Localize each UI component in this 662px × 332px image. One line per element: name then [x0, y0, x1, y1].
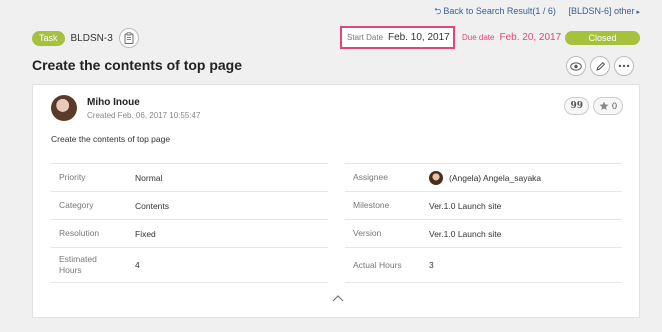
quote-button[interactable]: 99 — [564, 97, 589, 115]
property-row-assignee: Assignee (Angela) Angela_sayaka — [345, 163, 622, 191]
due-date: Due date Feb. 20, 2017 — [462, 32, 561, 43]
quote-icon: 99 — [570, 101, 583, 111]
property-key: Actual Hours — [353, 259, 402, 270]
author-name: Miho Inoue — [87, 97, 140, 108]
due-date-value: Feb. 20, 2017 — [499, 32, 562, 43]
copy-key-button[interactable] — [118, 28, 139, 48]
issue-type-badge: Task — [32, 30, 65, 46]
page-title: Create the contents of top page — [32, 57, 243, 73]
status-badge: Closed — [565, 31, 640, 45]
property-row-resolution: Resolution Fixed — [51, 219, 328, 247]
star-icon — [599, 101, 609, 110]
star-button[interactable]: 0 — [592, 97, 623, 115]
edit-button[interactable] — [590, 56, 610, 76]
pencil-icon — [595, 61, 605, 71]
assignee-value: (Angela) Angela_sayaka — [429, 170, 542, 185]
property-row-estimated-hours: Estimated Hours 4 — [51, 247, 328, 283]
property-value: Contents — [135, 200, 170, 211]
property-row-category: Category Contents — [51, 191, 328, 219]
arrow-right-icon: ▸ — [636, 9, 640, 16]
property-key: Resolution — [59, 228, 100, 238]
due-date-label: Due date — [462, 33, 495, 42]
assignee-avatar — [429, 170, 443, 185]
property-key: Version — [353, 228, 382, 238]
properties-right-column: Assignee (Angela) Angela_sayaka Mileston… — [345, 163, 622, 283]
property-value: Ver.1.0 Launch site — [429, 228, 502, 239]
property-value: Ver.1.0 Launch site — [429, 200, 502, 211]
issue-key: BLDSN-3 — [70, 32, 113, 44]
avatar — [51, 95, 77, 121]
start-date-label: Start Date — [347, 33, 384, 42]
star-count: 0 — [611, 101, 617, 111]
watch-button[interactable] — [566, 56, 586, 76]
clipboard-icon — [124, 32, 134, 44]
property-value: 4 — [135, 260, 140, 270]
property-key: Assignee — [353, 172, 388, 182]
task-row: Task BLDSN-3 — [32, 28, 139, 48]
property-key: Milestone — [353, 200, 390, 210]
issue-actions — [566, 56, 634, 76]
property-row-version: Version Ver.1.0 Launch site — [345, 219, 622, 247]
chevron-up-icon — [332, 294, 344, 301]
property-key: Priority — [59, 172, 86, 182]
issue-card: Miho Inoue Created Feb. 06, 2017 10:55:4… — [32, 84, 640, 318]
collapse-button[interactable] — [331, 293, 345, 303]
property-value: Fixed — [135, 228, 156, 239]
eye-icon — [570, 61, 582, 71]
property-key: Estimated Hours — [59, 254, 97, 275]
more-button[interactable] — [614, 56, 634, 76]
reaction-buttons: 99 0 — [564, 97, 623, 115]
back-arrow-icon: ⮌ — [434, 6, 442, 16]
property-row-actual-hours: Actual Hours 3 — [345, 247, 622, 283]
other-issue-link[interactable]: [BLDSN-6] other ▸ — [568, 6, 640, 16]
property-value: 3 — [429, 260, 434, 270]
back-to-search-link[interactable]: ⮌ Back to Search Result(1 / 6) — [434, 6, 558, 16]
property-value: (Angela) Angela_sayaka — [449, 172, 542, 183]
property-row-priority: Priority Normal — [51, 163, 328, 191]
properties-left-column: Priority Normal Category Contents Resolu… — [51, 163, 328, 283]
issue-description: Create the contents of top page — [51, 134, 171, 144]
property-row-milestone: Milestone Ver.1.0 Launch site — [345, 191, 622, 219]
start-date-value: Feb. 10, 2017 — [388, 32, 450, 43]
created-timestamp: Created Feb. 06, 2017 10:55:47 — [87, 111, 201, 120]
start-date: Start Date Feb. 10, 2017 — [340, 26, 455, 49]
issue-page: ⮌ Back to Search Result(1 / 6) [BLDSN-6] … — [0, 0, 662, 332]
top-navigation: ⮌ Back to Search Result(1 / 6) [BLDSN-6] … — [434, 4, 640, 20]
property-key: Category — [59, 200, 94, 210]
more-icon — [618, 64, 630, 68]
property-value: Normal — [135, 172, 163, 183]
